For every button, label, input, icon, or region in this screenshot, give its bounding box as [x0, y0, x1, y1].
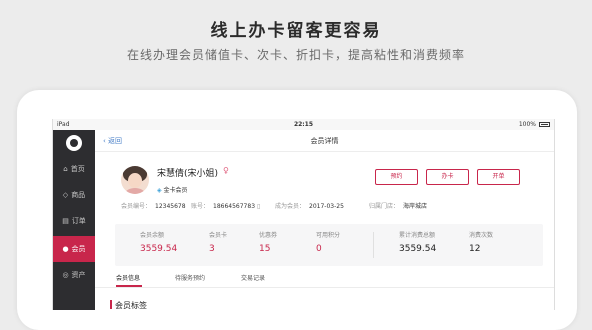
create-order-button[interactable]: 开单 [477, 169, 520, 185]
female-icon: ♀ [223, 166, 229, 175]
appointment-button[interactable]: 预约 [375, 169, 418, 185]
sidebar-item-label: 资产 [71, 271, 86, 279]
badge-icon: ◈ [157, 187, 162, 194]
tab-transactions[interactable]: 交易记录 [241, 273, 265, 282]
member-name: 宋慧倩(宋小姐) [157, 169, 219, 179]
tab-member-info[interactable]: 会员信息 [116, 273, 140, 282]
stat-total-spend: 累计消费总额 3559.54 [399, 232, 437, 254]
phone-icon: ▯ [256, 203, 261, 210]
member-icon: ● [62, 245, 69, 253]
clock: 22:15 [293, 121, 314, 128]
active-tab-indicator [116, 285, 142, 287]
sidebar: ⌂ 首页 ◇ 商品 ▤ 订单 ● 会员 ◎ 资产 [53, 130, 95, 310]
member-level-label: 金卡会员 [163, 187, 188, 194]
status-bar: iPad 22:15 100% [53, 119, 554, 130]
issue-card-button[interactable]: 办卡 [426, 169, 469, 185]
tab-pending-appointments[interactable]: 待服务预约 [175, 273, 205, 282]
promo-subtitle: 在线办理会员储值卡、次卡、折扣卡，提高粘性和消费频率 [126, 48, 465, 62]
nav-bar: ‹ 返回 会员详情 [95, 130, 554, 152]
avatar [121, 166, 149, 194]
sidebar-item-assets[interactable]: ◎ 资产 [53, 262, 95, 288]
sidebar-item-orders[interactable]: ▤ 订单 [53, 208, 95, 234]
stat-cards[interactable]: 会员卡 3 [209, 230, 227, 254]
app-logo [66, 135, 82, 151]
member-account: 账号： 18664567783 ▯ [191, 203, 261, 210]
member-level: ◈ 金卡会员 [157, 185, 188, 194]
divider [373, 232, 374, 258]
sidebar-item-members[interactable]: ● 会员 [53, 236, 95, 262]
stat-balance[interactable]: 会员余额 3559.54 [140, 230, 177, 254]
member-number: 会员编号： 12345678 [121, 203, 186, 210]
battery-percent: 100% [518, 121, 536, 128]
stat-coupons[interactable]: 优惠券 15 [259, 230, 277, 254]
stats-panel: 会员余额 3559.54 会员卡 3 优惠券 15 可用积分 0 累计消费总额 … [115, 224, 543, 266]
app-screen: iPad 22:15 100% ⌂ 首页 ◇ 商品 ▤ 订单 ● 会员 ◎ 资产… [52, 119, 555, 310]
tag-icon: ◇ [62, 191, 69, 199]
section-title: 会员标签 [115, 301, 147, 310]
promo-title: 线上办卡留客更容易 [210, 21, 382, 41]
section-accent [110, 300, 112, 309]
sidebar-item-label: 会员 [71, 245, 86, 253]
sidebar-item-label: 订单 [71, 217, 86, 225]
member-store: 归属门店： 海岸城店 [369, 203, 428, 210]
battery-icon [539, 122, 550, 127]
page-title: 会员详情 [310, 137, 339, 145]
stat-visit-count: 消费次数 12 [469, 232, 494, 254]
sidebar-item-label: 首页 [70, 165, 85, 173]
sidebar-item-label: 商品 [71, 191, 86, 199]
order-icon: ▤ [62, 217, 69, 225]
sidebar-item-home[interactable]: ⌂ 首页 [53, 156, 95, 182]
asset-icon: ◎ [62, 271, 69, 279]
member-joined: 成为会员： 2017-03-25 [275, 203, 344, 210]
tab-bar: 会员信息 待服务预约 交易记录 [95, 269, 554, 288]
home-icon: ⌂ [63, 165, 68, 173]
stat-points[interactable]: 可用积分 0 [316, 230, 340, 254]
sidebar-item-products[interactable]: ◇ 商品 [53, 182, 95, 208]
